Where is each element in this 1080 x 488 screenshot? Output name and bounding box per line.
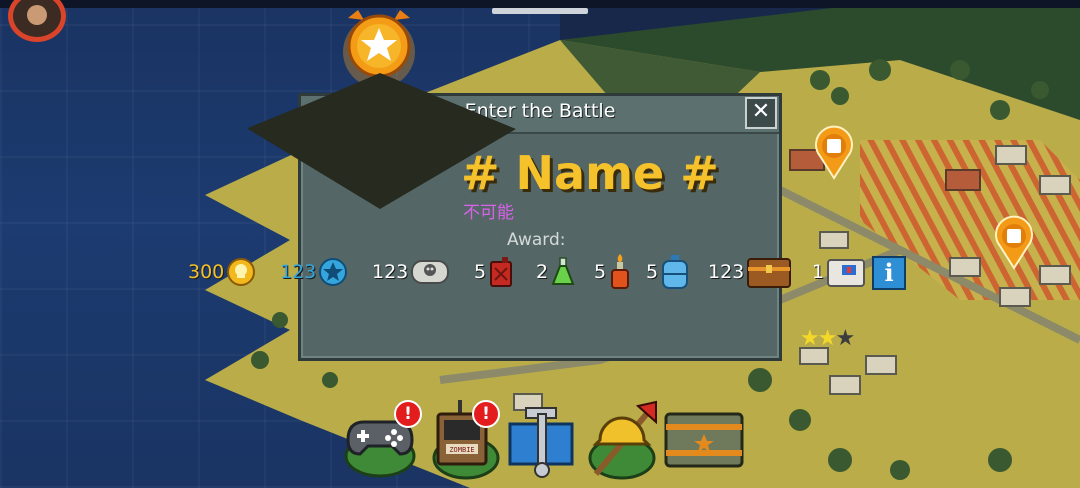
award-potion-value: 2 bbox=[536, 261, 549, 283]
award-water-value: 5 bbox=[646, 261, 659, 283]
map-shadow-tile bbox=[248, 73, 516, 209]
pull-handle[interactable] bbox=[492, 8, 588, 14]
close-button[interactable]: ✕ bbox=[745, 97, 777, 129]
gamepad-button[interactable]: ! bbox=[342, 400, 422, 480]
notification-badge: ! bbox=[394, 400, 422, 428]
gold-skull-coin-icon bbox=[227, 258, 256, 286]
fist-marker-icon[interactable] bbox=[812, 124, 856, 180]
award-item: 2 bbox=[536, 252, 576, 292]
award-star-value: 123 bbox=[280, 261, 317, 283]
workshop-button[interactable] bbox=[504, 400, 584, 480]
award-item: 123 bbox=[372, 252, 450, 292]
svg-text:ZOMBIE: ZOMBIE bbox=[449, 446, 474, 454]
star-filled-icon: ★ bbox=[800, 326, 820, 351]
award-item: 5 bbox=[646, 252, 690, 292]
supply-crate-button[interactable] bbox=[662, 408, 746, 472]
fist-marker-icon[interactable] bbox=[992, 214, 1036, 270]
molotov-bottle-icon bbox=[611, 254, 630, 289]
star-empty-icon: ★ bbox=[835, 326, 855, 351]
water-jug-icon bbox=[662, 255, 689, 289]
hard-hat-axe-icon bbox=[588, 400, 657, 480]
award-chest-value: 123 bbox=[708, 261, 745, 283]
supply-crate-icon bbox=[664, 412, 744, 468]
award-fuel-value: 5 bbox=[474, 261, 487, 283]
award-item: 123 bbox=[708, 252, 792, 292]
treasure-chest-icon bbox=[747, 258, 792, 288]
star-rating: ★★★ bbox=[800, 326, 855, 351]
info-button[interactable]: i bbox=[872, 256, 906, 290]
notification-badge: ! bbox=[472, 400, 500, 428]
award-gold-value: 300 bbox=[188, 261, 225, 283]
avatar-face-icon bbox=[27, 5, 47, 25]
blue-star-icon bbox=[319, 258, 348, 286]
fuel-can-icon bbox=[490, 257, 513, 287]
award-medkit-value: 1 bbox=[812, 261, 825, 283]
award-item: 5 bbox=[474, 252, 514, 292]
green-potion-icon bbox=[551, 257, 575, 285]
wrench-tools-icon bbox=[508, 407, 574, 478]
award-label: Award: bbox=[507, 230, 566, 250]
zombie-radio-button[interactable]: ZOMBIE ! bbox=[428, 400, 508, 480]
status-bar bbox=[0, 0, 1080, 8]
award-item: 1 bbox=[812, 252, 866, 292]
award-item: 123 bbox=[280, 252, 348, 292]
award-item: 5 bbox=[594, 252, 632, 292]
survivor-button[interactable] bbox=[586, 400, 666, 480]
medkit-box-icon bbox=[827, 259, 866, 287]
award-item: 300 bbox=[188, 252, 256, 292]
award-molotov-value: 5 bbox=[594, 261, 607, 283]
silver-skull-icon bbox=[411, 260, 450, 284]
award-skull-value: 123 bbox=[372, 261, 409, 283]
star-filled-icon: ★ bbox=[817, 326, 838, 351]
